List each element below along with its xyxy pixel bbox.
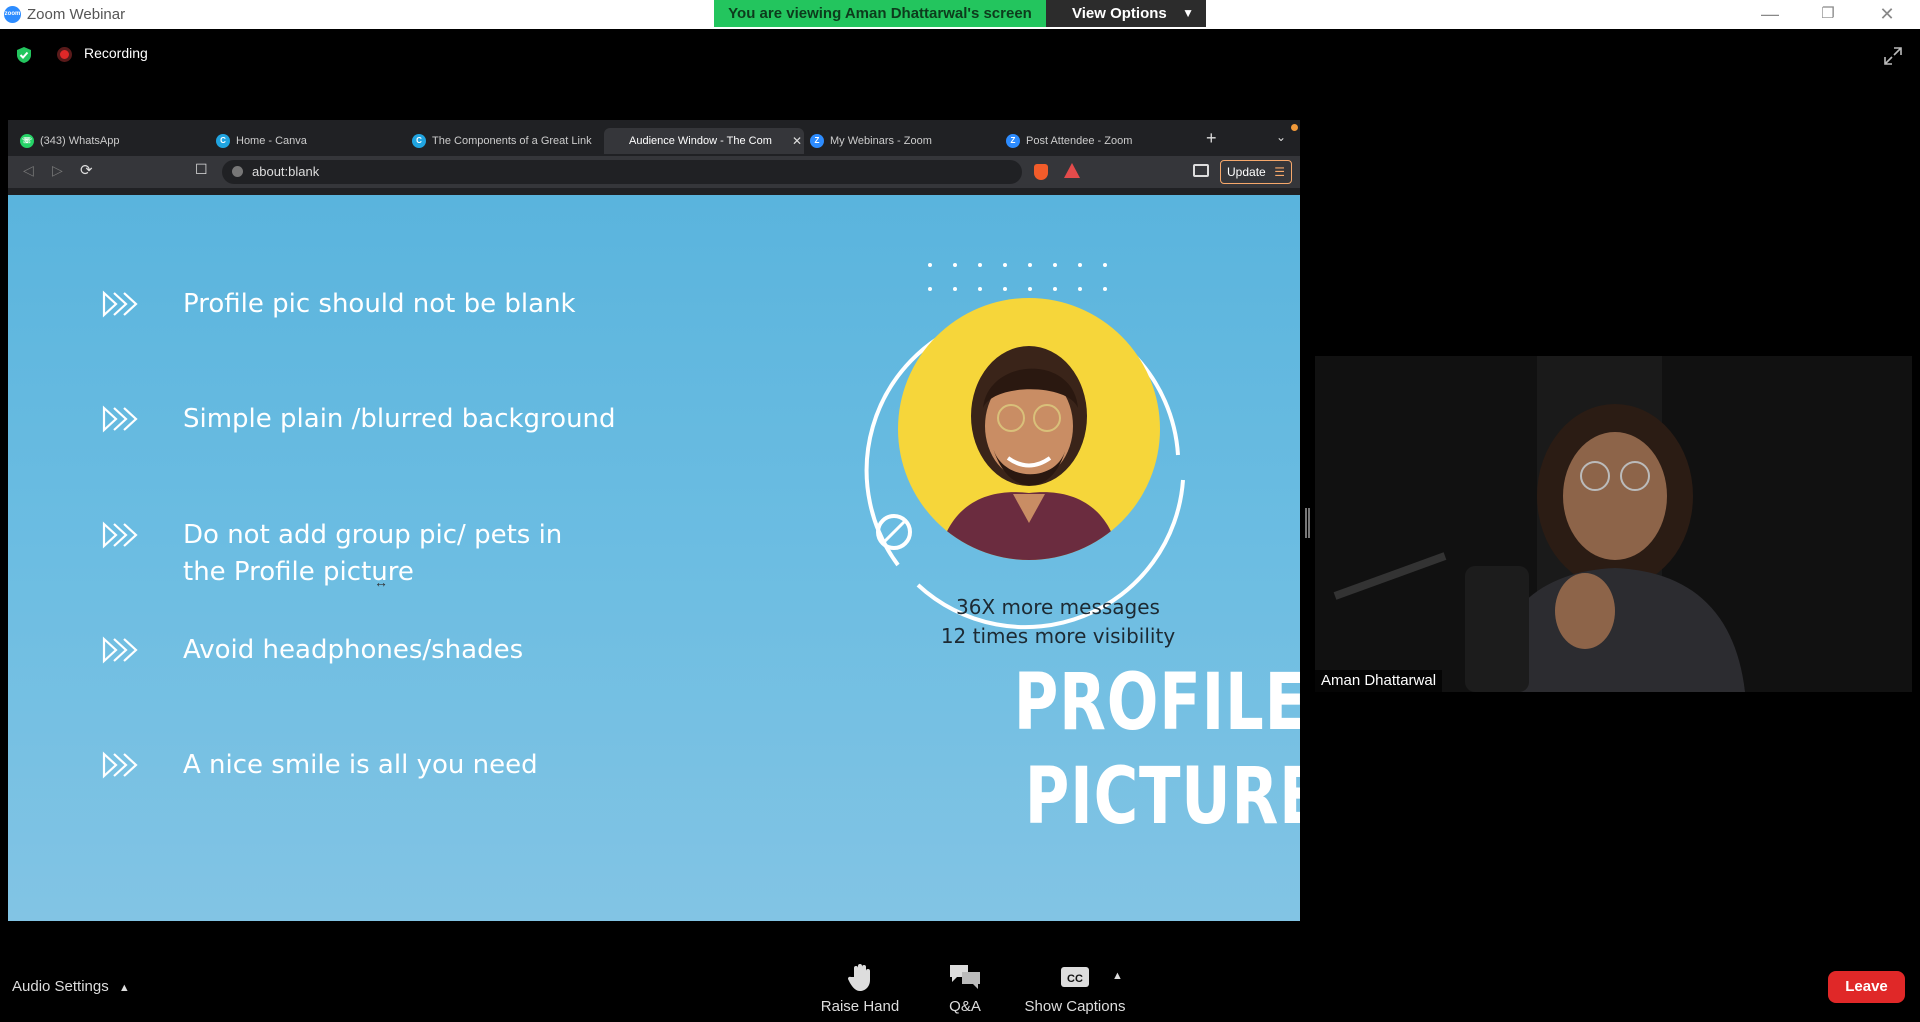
tab-audience-window[interactable]: Audience Window - The Com ✕ <box>604 128 804 154</box>
update-button[interactable]: Update ☰ <box>1220 160 1292 184</box>
security-shield-icon[interactable] <box>15 46 33 64</box>
stat-messages: 36X more messages <box>956 595 1160 619</box>
window-title: Zoom Webinar <box>27 6 126 23</box>
tab-label: Post Attendee - Zoom <box>1026 135 1133 147</box>
fullscreen-icon[interactable] <box>1883 46 1903 66</box>
chevron-up-icon: ▲ <box>118 982 130 994</box>
tab-label: The Components of a Great Link <box>432 135 592 147</box>
raise-hand-label: Raise Hand <box>820 998 900 1015</box>
slide-title-line-1: PROFILE <box>1013 658 1300 748</box>
bullet-text: Simple plain /blurred background <box>183 404 616 434</box>
qa-label: Q&A <box>949 998 981 1015</box>
zoom-logo-icon: zoom <box>4 6 21 23</box>
tab-label: My Webinars - Zoom <box>830 135 932 147</box>
reload-icon[interactable]: ⟳ <box>80 161 93 179</box>
bullet-text: Profile pic should not be blank <box>183 289 576 319</box>
captions-chevron-up-icon[interactable]: ▲ <box>1112 970 1123 982</box>
tab-whatsapp[interactable]: ☏ (343) WhatsApp <box>16 128 211 154</box>
svg-text:CC: CC <box>1067 973 1083 985</box>
audio-settings-label: Audio Settings <box>12 978 109 995</box>
raise-hand-button[interactable]: Raise Hand <box>818 962 902 1015</box>
browser-tab-strip: ☏ (343) WhatsApp C Home - Canva C The Co… <box>8 120 1300 160</box>
tab-my-webinars[interactable]: Z My Webinars - Zoom <box>806 128 1001 154</box>
minimize-icon[interactable]: — <box>1750 2 1790 26</box>
chevron-down-icon: ▼ <box>1182 6 1194 20</box>
recording-label: Recording <box>84 45 148 61</box>
forward-icon[interactable]: ▷ <box>52 162 63 179</box>
view-options-label: View Options <box>1072 5 1167 22</box>
captions-cc-icon: CC <box>1061 967 1089 987</box>
split-view-handle[interactable] <box>1305 508 1310 538</box>
tab-label: Home - Canva <box>236 135 307 147</box>
close-tab-icon[interactable]: ✕ <box>792 128 802 154</box>
presentation-slide: Profile pic should not be blank Simple p… <box>8 195 1300 921</box>
stat-visibility: 12 times more visibility <box>940 624 1176 648</box>
slide-title-line-2: PICTURE <box>1024 752 1300 842</box>
participant-name: Aman Dhattarwal <box>1315 670 1443 692</box>
canva-icon: C <box>412 134 426 148</box>
bookmark-icon[interactable]: ☐ <box>195 161 208 178</box>
qa-chat-icon <box>950 965 980 989</box>
new-tab-icon[interactable]: + <box>1206 128 1217 149</box>
bullet-arrow-icon <box>102 405 138 433</box>
bullet-arrow-icon <box>102 521 138 549</box>
tab-post-attendee[interactable]: Z Post Attendee - Zoom <box>1002 128 1197 154</box>
canva-icon: C <box>216 134 230 148</box>
bullet-text: A nice smile is all you need <box>183 750 538 780</box>
browser-toolbar: ◁ ▷ ⟳ ☐ about:blank Update ☰ <box>8 156 1300 188</box>
tab-label: Audience Window - The Com <box>629 135 772 147</box>
viewing-banner: You are viewing Aman Dhattarwal's screen <box>714 0 1046 27</box>
restore-icon[interactable]: ❐ <box>1808 2 1848 26</box>
profile-photo <box>898 298 1160 560</box>
wallet-icon[interactable] <box>1193 164 1209 177</box>
tab-components-great-link[interactable]: C The Components of a Great Link <box>408 128 603 154</box>
participant-video[interactable]: Aman Dhattarwal <box>1315 356 1912 692</box>
shared-screen: ☏ (343) WhatsApp C Home - Canva C The Co… <box>8 120 1300 921</box>
brave-shields-icon[interactable] <box>1034 164 1048 180</box>
close-icon[interactable]: ✕ <box>1867 2 1907 26</box>
mouse-cursor-icon: ↔ <box>374 574 388 590</box>
address-bar[interactable]: about:blank <box>222 160 1022 184</box>
site-info-icon[interactable] <box>232 166 243 177</box>
update-label: Update <box>1227 165 1266 179</box>
bullet-arrow-icon <box>102 751 138 779</box>
menu-icon: ☰ <box>1274 165 1285 179</box>
whatsapp-icon: ☏ <box>20 134 34 148</box>
raise-hand-icon <box>847 964 870 991</box>
notification-dot <box>1291 124 1298 131</box>
show-captions-label: Show Captions <box>1024 998 1126 1015</box>
tab-label: (343) WhatsApp <box>40 135 120 147</box>
zoom-icon: Z <box>810 134 824 148</box>
brave-rewards-icon[interactable] <box>1064 163 1080 178</box>
bullet-arrow-icon <box>102 290 138 318</box>
view-options-button[interactable]: View Options ▼ <box>1046 0 1206 27</box>
bullet-text: Avoid headphones/shades <box>183 635 524 665</box>
bullet-arrow-icon <box>102 636 138 664</box>
leave-button[interactable]: Leave <box>1828 971 1905 1003</box>
title-bar: zoom Zoom Webinar You are viewing Aman D… <box>0 0 1920 29</box>
back-icon[interactable]: ◁ <box>23 162 34 179</box>
tab-home-canva[interactable]: C Home - Canva <box>212 128 407 154</box>
tab-search-chevron-icon[interactable]: ⌄ <box>1276 130 1286 144</box>
zoom-icon: Z <box>1006 134 1020 148</box>
audio-settings-button[interactable]: Audio Settings ▲ <box>12 978 130 995</box>
address-url: about:blank <box>252 164 320 179</box>
participant-video-frame <box>1315 356 1912 692</box>
qa-button[interactable]: Q&A <box>935 962 995 1015</box>
recording-icon <box>57 47 72 62</box>
